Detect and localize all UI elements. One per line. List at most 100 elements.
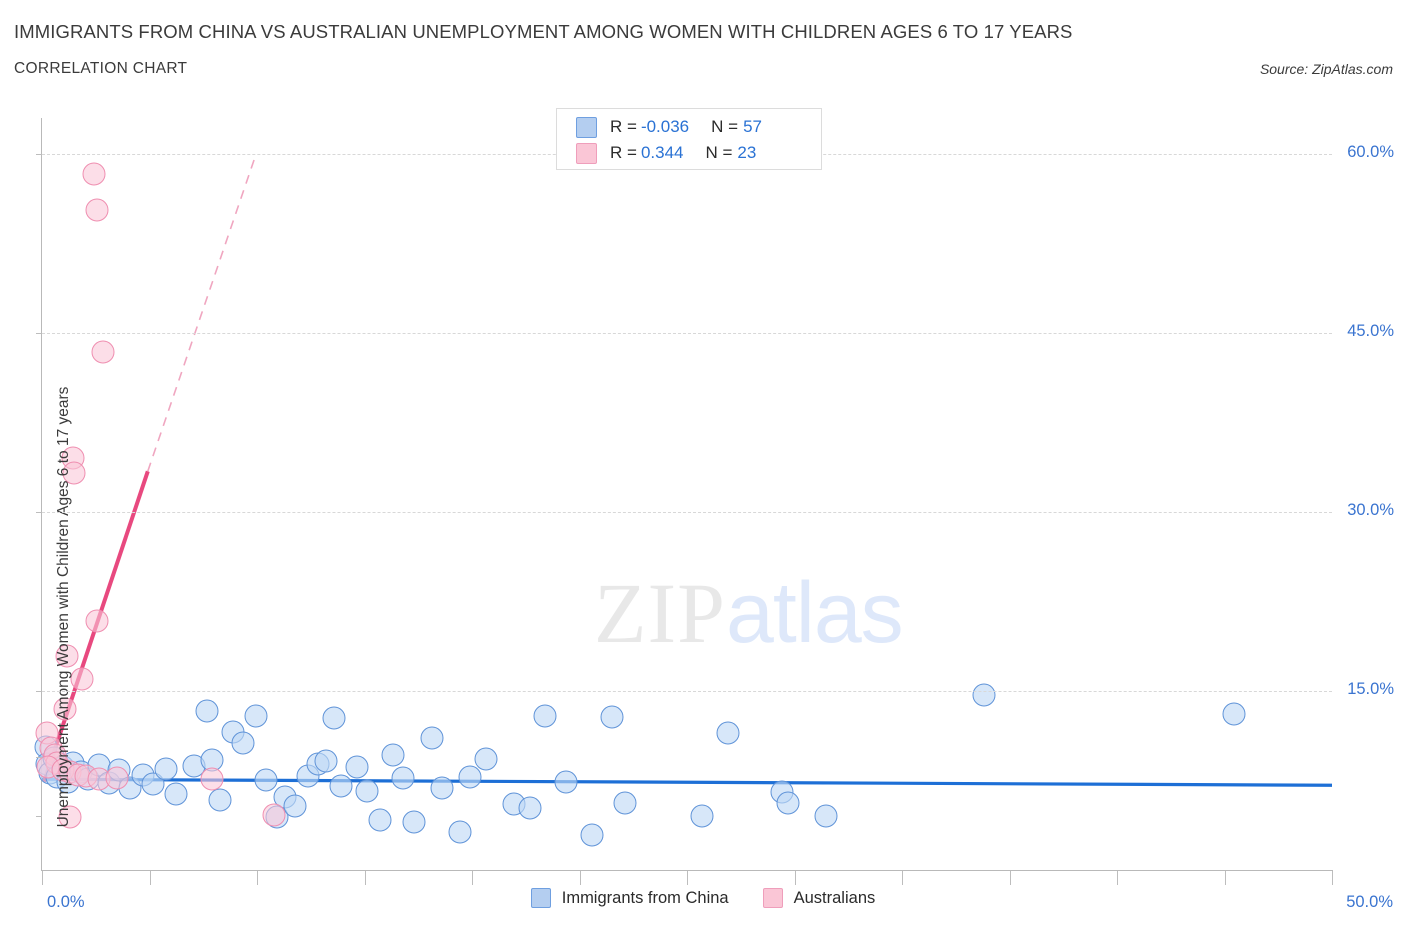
series-swatch-icon-pink bbox=[576, 142, 597, 164]
y-axis-tick bbox=[36, 690, 42, 692]
data-point-immigrants-from-china[interactable] bbox=[329, 774, 353, 798]
data-point-immigrants-from-china[interactable] bbox=[458, 765, 482, 789]
data-point-australians[interactable] bbox=[85, 198, 109, 222]
trendline-immigrants-from-china bbox=[41, 777, 1333, 787]
y-axis-minor-tick bbox=[36, 816, 42, 818]
y-axis-tick-label: 15.0% bbox=[1347, 679, 1394, 698]
data-point-immigrants-from-china[interactable] bbox=[208, 788, 232, 812]
data-point-australians[interactable] bbox=[91, 340, 115, 364]
r-value-blue: -0.036 bbox=[640, 117, 690, 136]
n-value-pink: 23 bbox=[737, 143, 757, 162]
legend-swatch-icon-blue bbox=[530, 888, 551, 908]
legend-item-immigrants-from-china[interactable]: Immigrants from China bbox=[530, 888, 729, 908]
data-point-australians[interactable] bbox=[200, 767, 224, 791]
x-axis-tick bbox=[902, 871, 903, 885]
x-axis-tick bbox=[1009, 871, 1011, 885]
data-point-immigrants-from-china[interactable] bbox=[1222, 702, 1246, 726]
data-point-immigrants-from-china[interactable] bbox=[254, 768, 278, 792]
n-label-blue: N = bbox=[711, 117, 739, 136]
y-axis-tick-label: 45.0% bbox=[1347, 321, 1394, 340]
series-swatch-icon-blue bbox=[576, 116, 597, 138]
data-point-immigrants-from-china[interactable] bbox=[518, 796, 542, 820]
source-label: Source: ZipAtlas.com bbox=[1259, 61, 1393, 77]
legend-label-australians: Australians bbox=[793, 888, 876, 907]
data-point-immigrants-from-china[interactable] bbox=[314, 749, 338, 773]
series-legend: Immigrants from China Australians bbox=[0, 888, 1406, 908]
data-point-australians[interactable] bbox=[85, 609, 109, 633]
data-point-immigrants-from-china[interactable] bbox=[391, 766, 415, 790]
data-point-immigrants-from-china[interactable] bbox=[600, 705, 624, 729]
r-value-pink: 0.344 bbox=[640, 143, 684, 162]
legend-item-australians[interactable]: Australians bbox=[762, 888, 876, 908]
data-point-immigrants-from-china[interactable] bbox=[355, 779, 379, 803]
plot-area: ZIPatlas Unemployment Among Women with C… bbox=[34, 118, 1333, 870]
data-point-immigrants-from-china[interactable] bbox=[776, 791, 800, 815]
data-point-immigrants-from-china[interactable] bbox=[345, 755, 369, 779]
data-point-immigrants-from-china[interactable] bbox=[381, 743, 405, 767]
x-axis-tick bbox=[257, 871, 258, 885]
data-point-immigrants-from-china[interactable] bbox=[154, 757, 178, 781]
data-point-immigrants-from-china[interactable] bbox=[972, 683, 996, 707]
correlation-chart-page: IMMIGRANTS FROM CHINA VS AUSTRALIAN UNEM… bbox=[0, 0, 1406, 930]
correlation-stats-box: R = -0.036 N = 57 R = 0.344 N = 23 bbox=[556, 108, 822, 170]
data-point-immigrants-from-china[interactable] bbox=[448, 820, 472, 844]
trendline-extension-australians bbox=[147, 153, 257, 472]
data-point-immigrants-from-china[interactable] bbox=[231, 731, 255, 755]
x-axis-tick bbox=[794, 871, 796, 885]
page-title: IMMIGRANTS FROM CHINA VS AUSTRALIAN UNEM… bbox=[14, 21, 1073, 42]
y-axis-title: Unemployment Among Women with Children A… bbox=[55, 386, 72, 828]
data-point-australians[interactable] bbox=[262, 803, 286, 827]
r-label-blue: R = bbox=[610, 117, 637, 136]
chart-subtitle: CORRELATION CHART bbox=[14, 60, 188, 77]
data-point-australians[interactable] bbox=[82, 162, 106, 186]
stats-row-immigrants: R = -0.036 N = 57 bbox=[576, 114, 762, 140]
y-axis-tick bbox=[36, 153, 42, 155]
data-point-immigrants-from-china[interactable] bbox=[814, 804, 838, 828]
data-point-immigrants-from-china[interactable] bbox=[420, 726, 444, 749]
x-axis-tick bbox=[149, 871, 151, 885]
data-point-immigrants-from-china[interactable] bbox=[402, 810, 426, 834]
x-axis-tick bbox=[42, 871, 43, 885]
data-point-immigrants-from-china[interactable] bbox=[580, 823, 604, 847]
y-axis-tick-label: 60.0% bbox=[1347, 142, 1394, 161]
legend-swatch-icon-pink bbox=[762, 888, 783, 908]
y-axis-tick bbox=[36, 332, 42, 334]
x-axis-tick bbox=[687, 871, 688, 885]
gridline bbox=[42, 332, 1332, 334]
legend-label-immigrants-from-china: Immigrants from China bbox=[561, 888, 729, 907]
y-axis-tick bbox=[36, 511, 42, 513]
n-label-pink: N = bbox=[705, 143, 733, 162]
data-point-immigrants-from-china[interactable] bbox=[716, 721, 740, 745]
n-value-blue: 57 bbox=[743, 117, 762, 136]
x-axis-tick bbox=[579, 871, 581, 885]
data-point-immigrants-from-china[interactable] bbox=[690, 804, 714, 828]
watermark-atlas: atlas bbox=[726, 565, 904, 661]
gridline bbox=[42, 511, 1332, 513]
watermark-zip: ZIP bbox=[594, 565, 726, 661]
data-point-immigrants-from-china[interactable] bbox=[283, 794, 307, 818]
data-point-immigrants-from-china[interactable] bbox=[554, 770, 578, 794]
r-label-pink: R = bbox=[610, 143, 637, 162]
gridline bbox=[42, 690, 1332, 692]
data-point-immigrants-from-china[interactable] bbox=[613, 791, 637, 815]
data-point-immigrants-from-china[interactable] bbox=[533, 704, 557, 728]
x-axis-tick bbox=[1224, 871, 1226, 885]
data-point-immigrants-from-china[interactable] bbox=[322, 706, 346, 730]
x-axis-tick bbox=[1332, 871, 1333, 885]
trendlines bbox=[41, 153, 1333, 787]
x-axis-tick bbox=[472, 871, 473, 885]
data-point-australians[interactable] bbox=[105, 766, 129, 790]
data-point-immigrants-from-china[interactable] bbox=[474, 747, 498, 771]
data-point-immigrants-from-china[interactable] bbox=[244, 704, 268, 728]
data-point-immigrants-from-china[interactable] bbox=[164, 782, 188, 806]
data-point-immigrants-from-china[interactable] bbox=[430, 776, 454, 800]
y-axis-minor-tick bbox=[36, 756, 42, 758]
data-point-immigrants-from-china[interactable] bbox=[368, 808, 392, 832]
zipatlas-watermark: ZIPatlas bbox=[594, 570, 904, 656]
x-axis-tick bbox=[1117, 871, 1118, 885]
y-axis-tick-label: 30.0% bbox=[1347, 500, 1394, 519]
data-point-australians[interactable] bbox=[70, 667, 94, 691]
stats-row-australians: R = 0.344 N = 23 bbox=[576, 140, 756, 166]
data-point-immigrants-from-china[interactable] bbox=[195, 699, 219, 723]
x-axis-tick bbox=[364, 871, 366, 885]
